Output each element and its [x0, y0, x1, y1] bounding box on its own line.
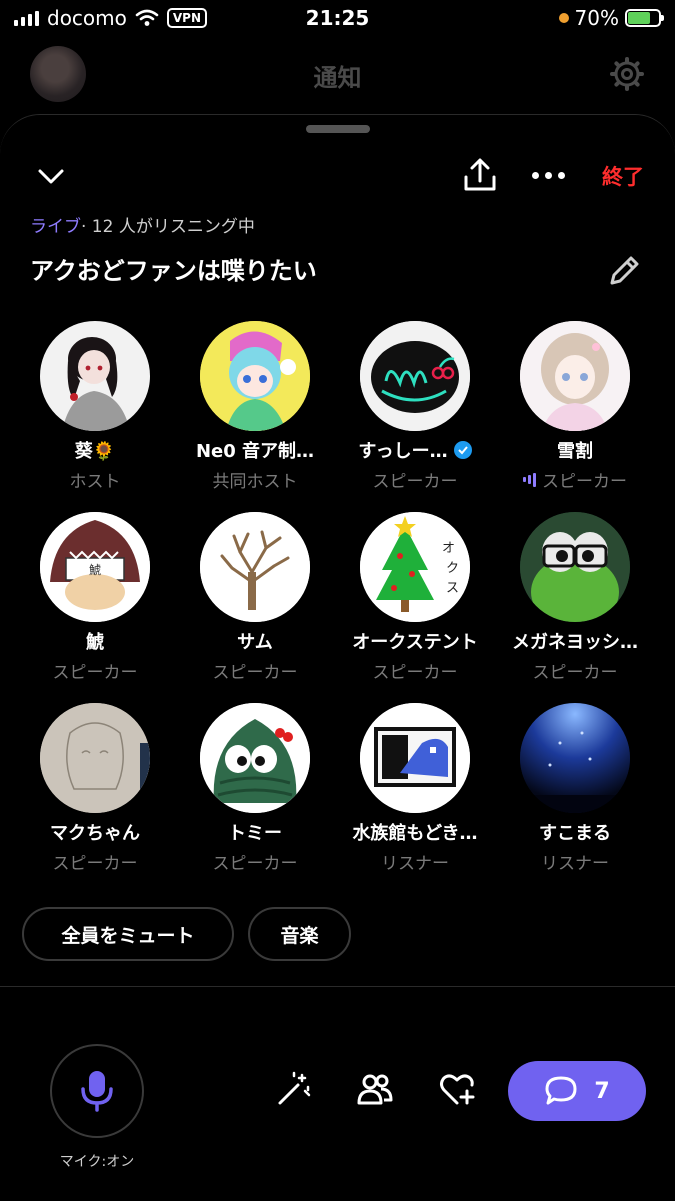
- chevron-down-icon[interactable]: [34, 159, 68, 193]
- participant-name: すっしー…: [358, 441, 448, 462]
- status-right: 70%: [558, 6, 664, 30]
- end-space-button[interactable]: 終了: [602, 161, 644, 191]
- participant-name: 雪割: [557, 441, 593, 462]
- participant-role: スピーカー: [212, 854, 298, 874]
- svg-text:ク: ク: [446, 561, 459, 576]
- heart-plus-icon[interactable]: [437, 1069, 477, 1109]
- participant-tile[interactable]: メガネヨッシ… スピーカー: [495, 512, 655, 683]
- participant-name: 水族館もどき…: [352, 823, 478, 844]
- avatar: [360, 321, 470, 431]
- participant-tile[interactable]: 水族館もどき… リスナー: [335, 703, 495, 874]
- space-sheet: 終了 ライブ· 12 人がリスニング中 アクおどファンは喋りたい 葵🌻 ホスト …: [0, 114, 675, 1201]
- avatar: オ ク ス: [360, 512, 470, 622]
- comment-bubble-icon: [545, 1076, 577, 1105]
- share-icon[interactable]: [460, 155, 500, 195]
- participant-tile[interactable]: 鯱 鯱 スピーカー: [15, 512, 175, 683]
- participant-tile[interactable]: すこまる リスナー: [495, 703, 655, 874]
- comment-count: 7: [594, 1078, 610, 1104]
- status-bar: docomo VPN 21:25 70%: [0, 0, 675, 36]
- speaking-indicator-icon: [523, 472, 536, 487]
- participant-name: マクちゃん: [50, 823, 140, 844]
- mic-in-use-dot: [558, 13, 569, 23]
- participant-role: スピーカー: [372, 663, 458, 683]
- avatar: [40, 703, 150, 813]
- participant-tile[interactable]: サム スピーカー: [175, 512, 335, 683]
- participant-name: オークステント: [352, 632, 478, 653]
- space-topbar: 終了: [0, 155, 675, 195]
- live-status: ライブ· 12 人がリスニング中: [30, 212, 255, 237]
- participant-role: スピーカー: [532, 663, 618, 683]
- avatar: [520, 703, 630, 813]
- participant-name: Ne0 音ア制…: [195, 441, 315, 462]
- avatar: [200, 512, 310, 622]
- more-icon[interactable]: [532, 167, 572, 183]
- svg-text:ス: ス: [446, 581, 459, 596]
- microphone-icon: [81, 1071, 113, 1112]
- avatar: [200, 321, 310, 431]
- space-title: アクおどファンは喋りたい: [30, 257, 317, 285]
- avatar: [200, 703, 310, 813]
- participant-name: トミー: [228, 823, 282, 844]
- listener-count: · 12 人がリスニング中: [81, 217, 255, 237]
- magic-wand-icon[interactable]: [274, 1069, 314, 1109]
- participant-role: リスナー: [541, 854, 609, 874]
- participant-tile[interactable]: トミー スピーカー: [175, 703, 335, 874]
- battery-percent: 70%: [574, 6, 619, 30]
- participant-role: リスナー: [381, 854, 449, 874]
- avatar: [520, 321, 630, 431]
- divider: [0, 986, 675, 987]
- participant-tile[interactable]: すっしー… スピーカー: [335, 321, 495, 492]
- participant-name: すこまる: [539, 823, 611, 844]
- participant-tile[interactable]: Ne0 音ア制… 共同ホスト: [175, 321, 335, 492]
- svg-text:オ: オ: [442, 541, 455, 556]
- comments-button[interactable]: 7: [508, 1061, 646, 1121]
- mic-button[interactable]: [50, 1044, 144, 1138]
- participant-role: スピーカー: [372, 472, 458, 492]
- music-button[interactable]: 音楽: [248, 907, 351, 961]
- mute-all-button[interactable]: 全員をミュート: [22, 907, 234, 961]
- avatar: [40, 321, 150, 431]
- participant-name: 葵🌻: [74, 441, 116, 462]
- participant-role: ホスト: [69, 472, 121, 492]
- pencil-icon[interactable]: [604, 251, 644, 291]
- people-icon[interactable]: [355, 1069, 395, 1109]
- svg-text:鯱: 鯱: [89, 563, 101, 577]
- participant-role: 共同ホスト: [212, 472, 298, 492]
- participant-name: サム: [237, 632, 273, 653]
- participant-name: メガネヨッシ…: [512, 632, 638, 653]
- participant-tile[interactable]: オ ク ス オークステント スピーカー: [335, 512, 495, 683]
- participant-role: スピーカー: [212, 663, 298, 683]
- avatar: 鯱: [40, 512, 150, 622]
- avatar: [520, 512, 630, 622]
- participant-role: スピーカー: [52, 854, 138, 874]
- sheet-grabber[interactable]: [306, 125, 370, 133]
- participant-tile[interactable]: 葵🌻 ホスト: [15, 321, 175, 492]
- verified-badge-icon: [453, 441, 472, 459]
- mic-status-label: マイク:オン: [59, 1154, 135, 1170]
- participant-role: スピーカー: [52, 663, 138, 683]
- background-title: 通知: [313, 64, 362, 92]
- participant-tile[interactable]: マクちゃん スピーカー: [15, 703, 175, 874]
- background-header: 通知: [0, 42, 675, 112]
- gear-icon[interactable]: [609, 56, 645, 92]
- avatar: [360, 703, 470, 813]
- live-label: ライブ: [30, 217, 81, 237]
- participant-name: 鯱: [86, 632, 104, 653]
- battery-icon: [625, 9, 664, 27]
- participant-role: スピーカー: [542, 472, 627, 492]
- participant-tile[interactable]: 雪割 スピーカー: [495, 321, 655, 492]
